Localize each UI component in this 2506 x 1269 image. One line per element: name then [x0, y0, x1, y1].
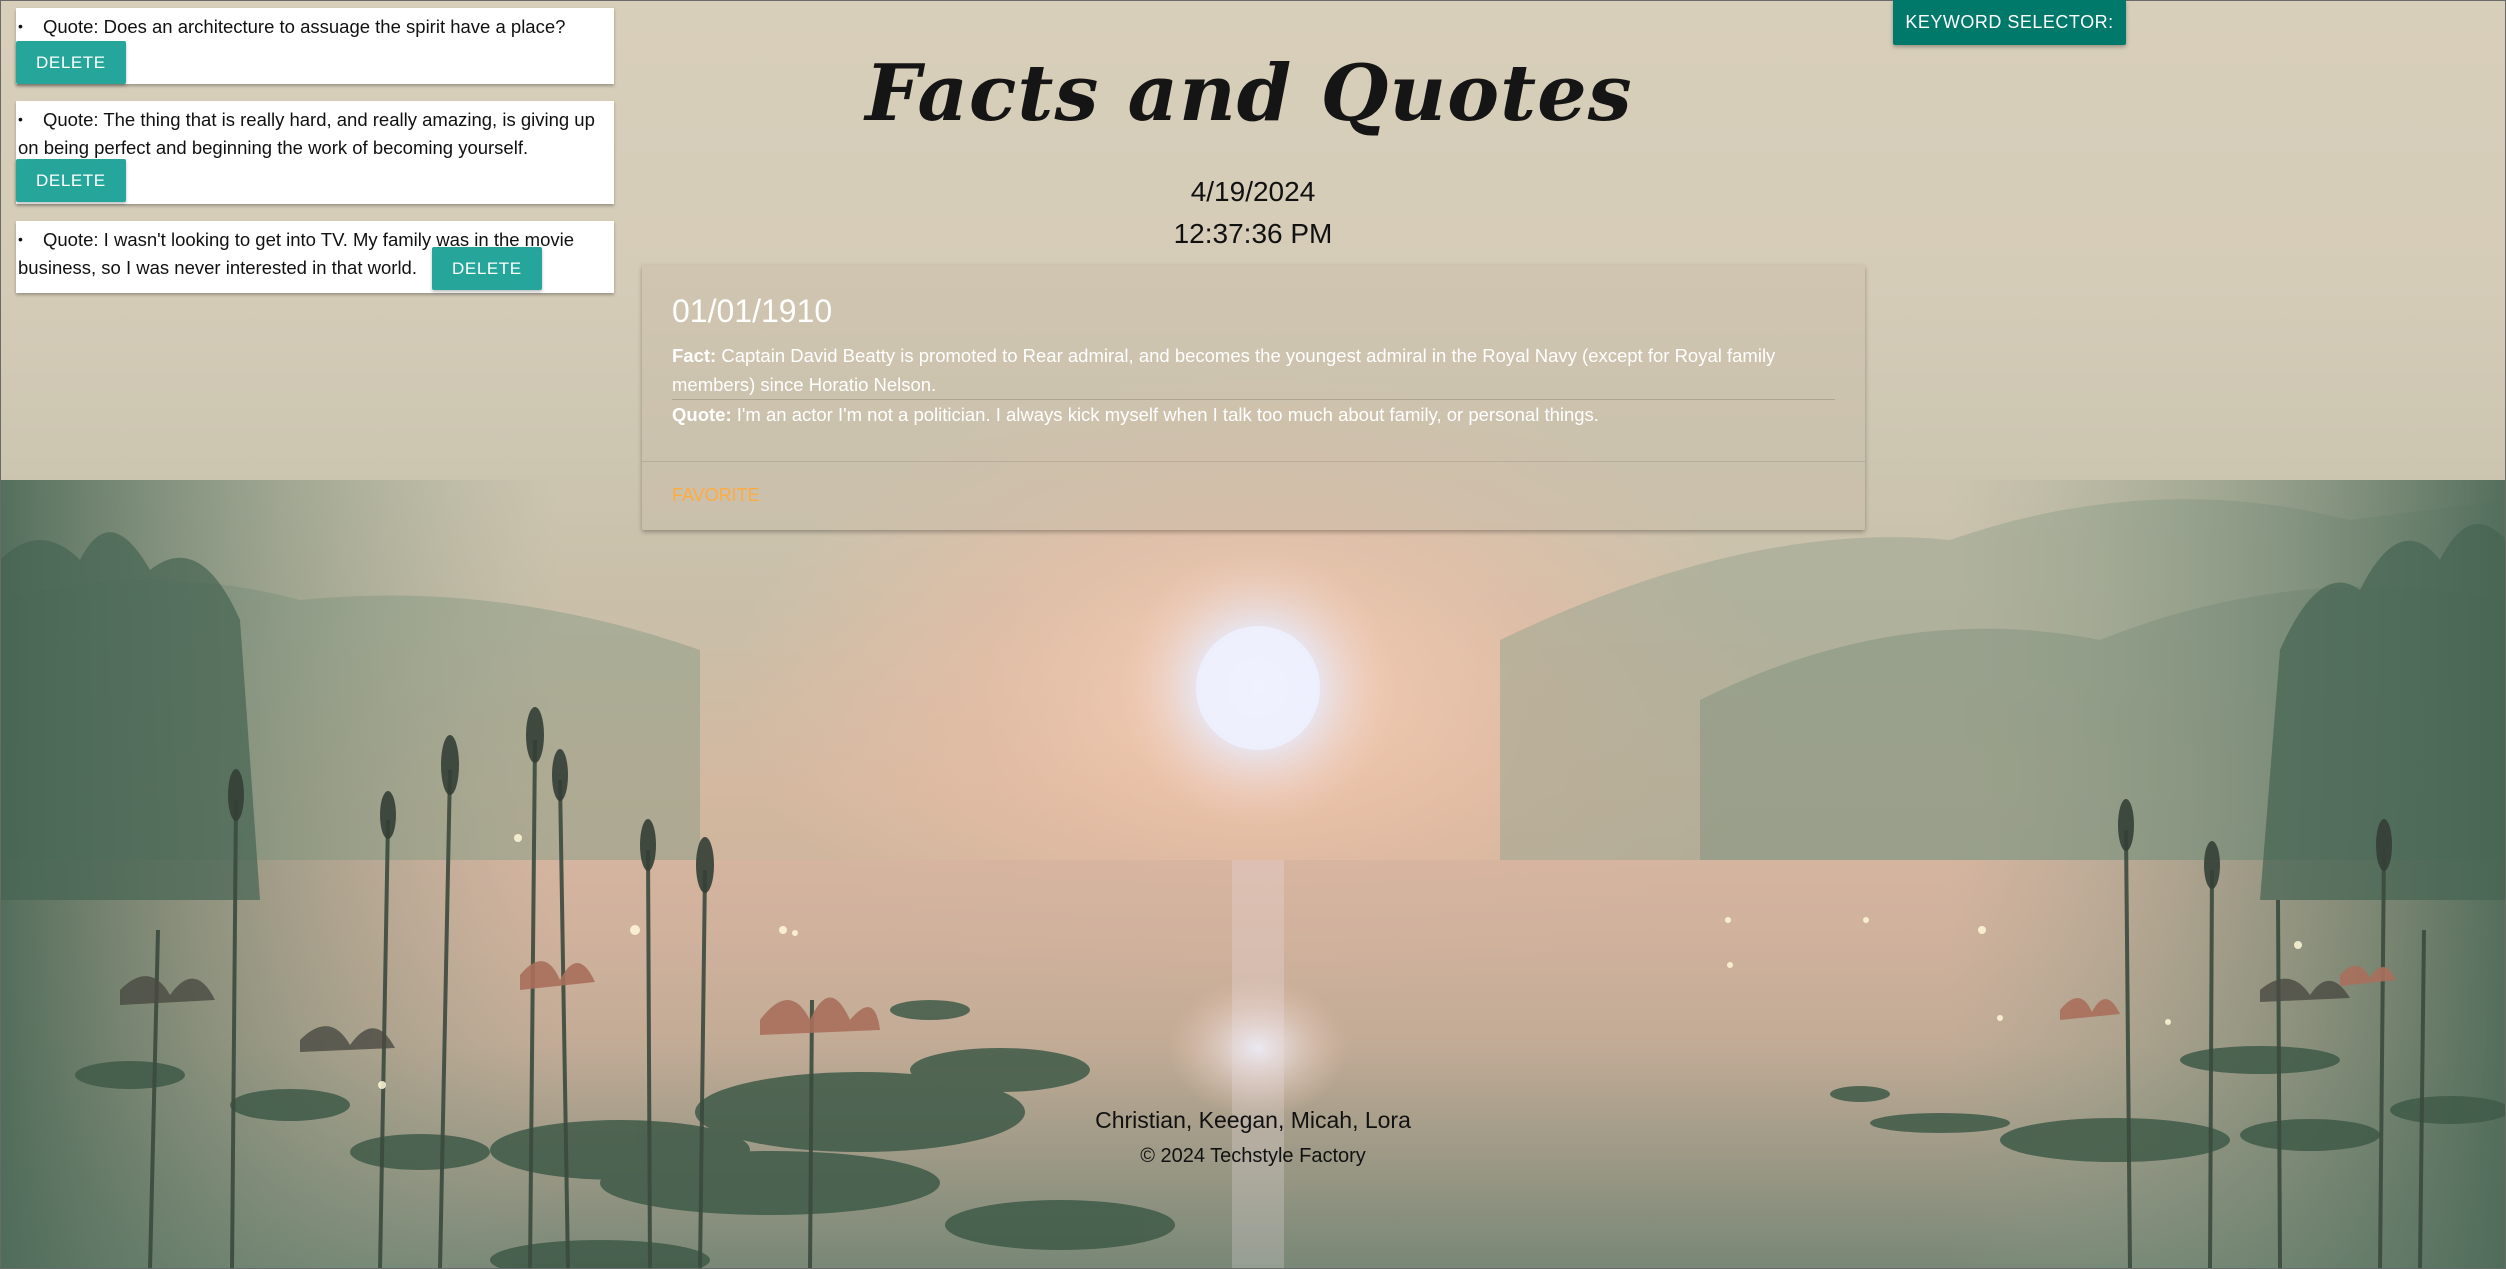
fact-text: Captain David Beatty is promoted to Rear…	[672, 345, 1776, 395]
fact-line: Fact: Captain David Beatty is promoted t…	[672, 341, 1835, 399]
footer-authors: Christian, Keegan, Micah, Lora	[1095, 1107, 1411, 1133]
quote-line: Quote: I'm an actor I'm not a politician…	[672, 400, 1835, 429]
fact-label: Fact:	[672, 345, 717, 366]
fact-card: 01/01/1910 Fact: Captain David Beatty is…	[642, 265, 1865, 530]
bullet-icon: •	[18, 18, 23, 34]
quote-label: Quote:	[672, 404, 732, 425]
quote-text: I'm an actor I'm not a politician. I alw…	[736, 404, 1599, 425]
current-date: 4/19/2024	[1190, 176, 1316, 207]
delete-quote-button[interactable]: DELETE	[432, 247, 542, 290]
fact-card-action: FAVORITE	[642, 461, 1865, 530]
fact-card-content: 01/01/1910 Fact: Captain David Beatty is…	[642, 265, 1865, 429]
page-title: Facts and Quotes	[865, 48, 1633, 139]
fact-date: 01/01/1910	[672, 293, 833, 329]
current-time: 12:37:36 PM	[1173, 218, 1333, 249]
saved-quote-text: Quote: Does an architecture to assuage t…	[43, 16, 566, 37]
favorite-button[interactable]: FAVORITE	[672, 485, 760, 506]
footer-copyright: © 2024 Techstyle Factory	[1140, 1145, 1366, 1167]
keyword-selector-button[interactable]: KEYWORD SELECTOR:	[1893, 0, 2126, 45]
